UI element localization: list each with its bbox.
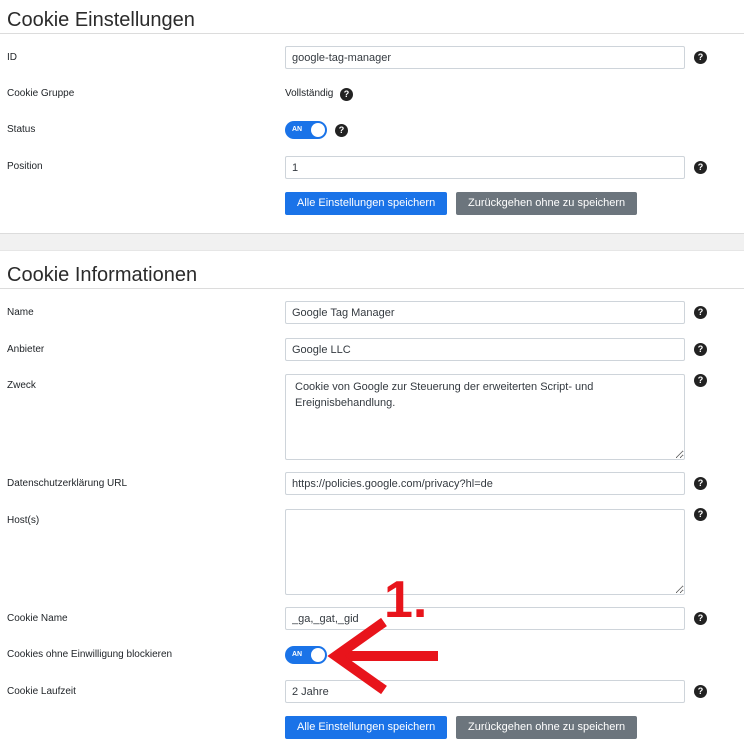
name-label: Name [7, 307, 34, 318]
privacy-url-label: Datenschutzerklärung URL [7, 478, 128, 489]
purpose-textarea[interactable]: Cookie von Google zur Steuerung der erwe… [285, 374, 685, 460]
status-toggle-knob [311, 123, 325, 137]
provider-input[interactable] [285, 338, 685, 361]
id-help-icon[interactable]: ? [694, 51, 707, 64]
section-separator [0, 233, 744, 251]
settings-title-divider [0, 33, 744, 34]
position-help-icon[interactable]: ? [694, 161, 707, 174]
cookie-settings-section: Cookie Einstellungen ID ? Cookie Gruppe … [0, 0, 744, 233]
id-label: ID [7, 52, 17, 63]
save-all-settings-button[interactable]: Alle Einstellungen speichern [285, 192, 448, 215]
cookie-group-text: Vollständig [285, 88, 334, 99]
status-toggle-label: AN [292, 126, 303, 133]
status-toggle[interactable]: AN [285, 121, 327, 139]
cookie-group-help-icon[interactable]: ? [340, 88, 353, 101]
position-label: Position [7, 161, 43, 172]
cookie-lifetime-help-icon[interactable]: ? [694, 685, 707, 698]
hosts-label: Host(s) [7, 515, 40, 526]
purpose-label: Zweck [7, 380, 36, 391]
name-input[interactable] [285, 301, 685, 324]
name-help-icon[interactable]: ? [694, 306, 707, 319]
cookie-name-help-icon[interactable]: ? [694, 612, 707, 625]
hosts-textarea[interactable] [285, 509, 685, 595]
purpose-help-icon[interactable]: ? [694, 374, 707, 387]
cookie-group-label: Cookie Gruppe [7, 88, 75, 99]
privacy-url-help-icon[interactable]: ? [694, 477, 707, 490]
id-input[interactable] [285, 46, 685, 69]
status-label: Status [7, 124, 36, 135]
cookie-group-value: Vollständig [285, 87, 333, 101]
position-input[interactable] [285, 156, 685, 179]
annotation-arrow-icon [327, 617, 438, 695]
info-title-divider [0, 288, 744, 289]
info-section-title: Cookie Informationen [7, 264, 198, 286]
status-help-icon[interactable]: ? [335, 124, 348, 137]
block-toggle-label: AN [292, 651, 303, 658]
back-without-saving-button[interactable]: Zurückgehen ohne zu speichern [456, 192, 638, 215]
cookie-lifetime-label: Cookie Laufzeit [7, 686, 76, 697]
privacy-url-input[interactable] [285, 472, 685, 495]
provider-help-icon[interactable]: ? [694, 343, 707, 356]
block-without-consent-label: Cookies ohne Einwilligung blockieren [7, 649, 173, 660]
block-without-consent-toggle[interactable]: AN [285, 646, 327, 664]
hosts-help-icon[interactable]: ? [694, 508, 707, 521]
settings-section-title: Cookie Einstellungen [7, 9, 195, 31]
cookie-name-label: Cookie Name [7, 613, 68, 624]
save-all-settings-button-bottom[interactable]: Alle Einstellungen speichern [285, 716, 448, 739]
provider-label: Anbieter [7, 344, 45, 355]
back-without-saving-button-bottom[interactable]: Zurückgehen ohne zu speichern [456, 716, 638, 739]
